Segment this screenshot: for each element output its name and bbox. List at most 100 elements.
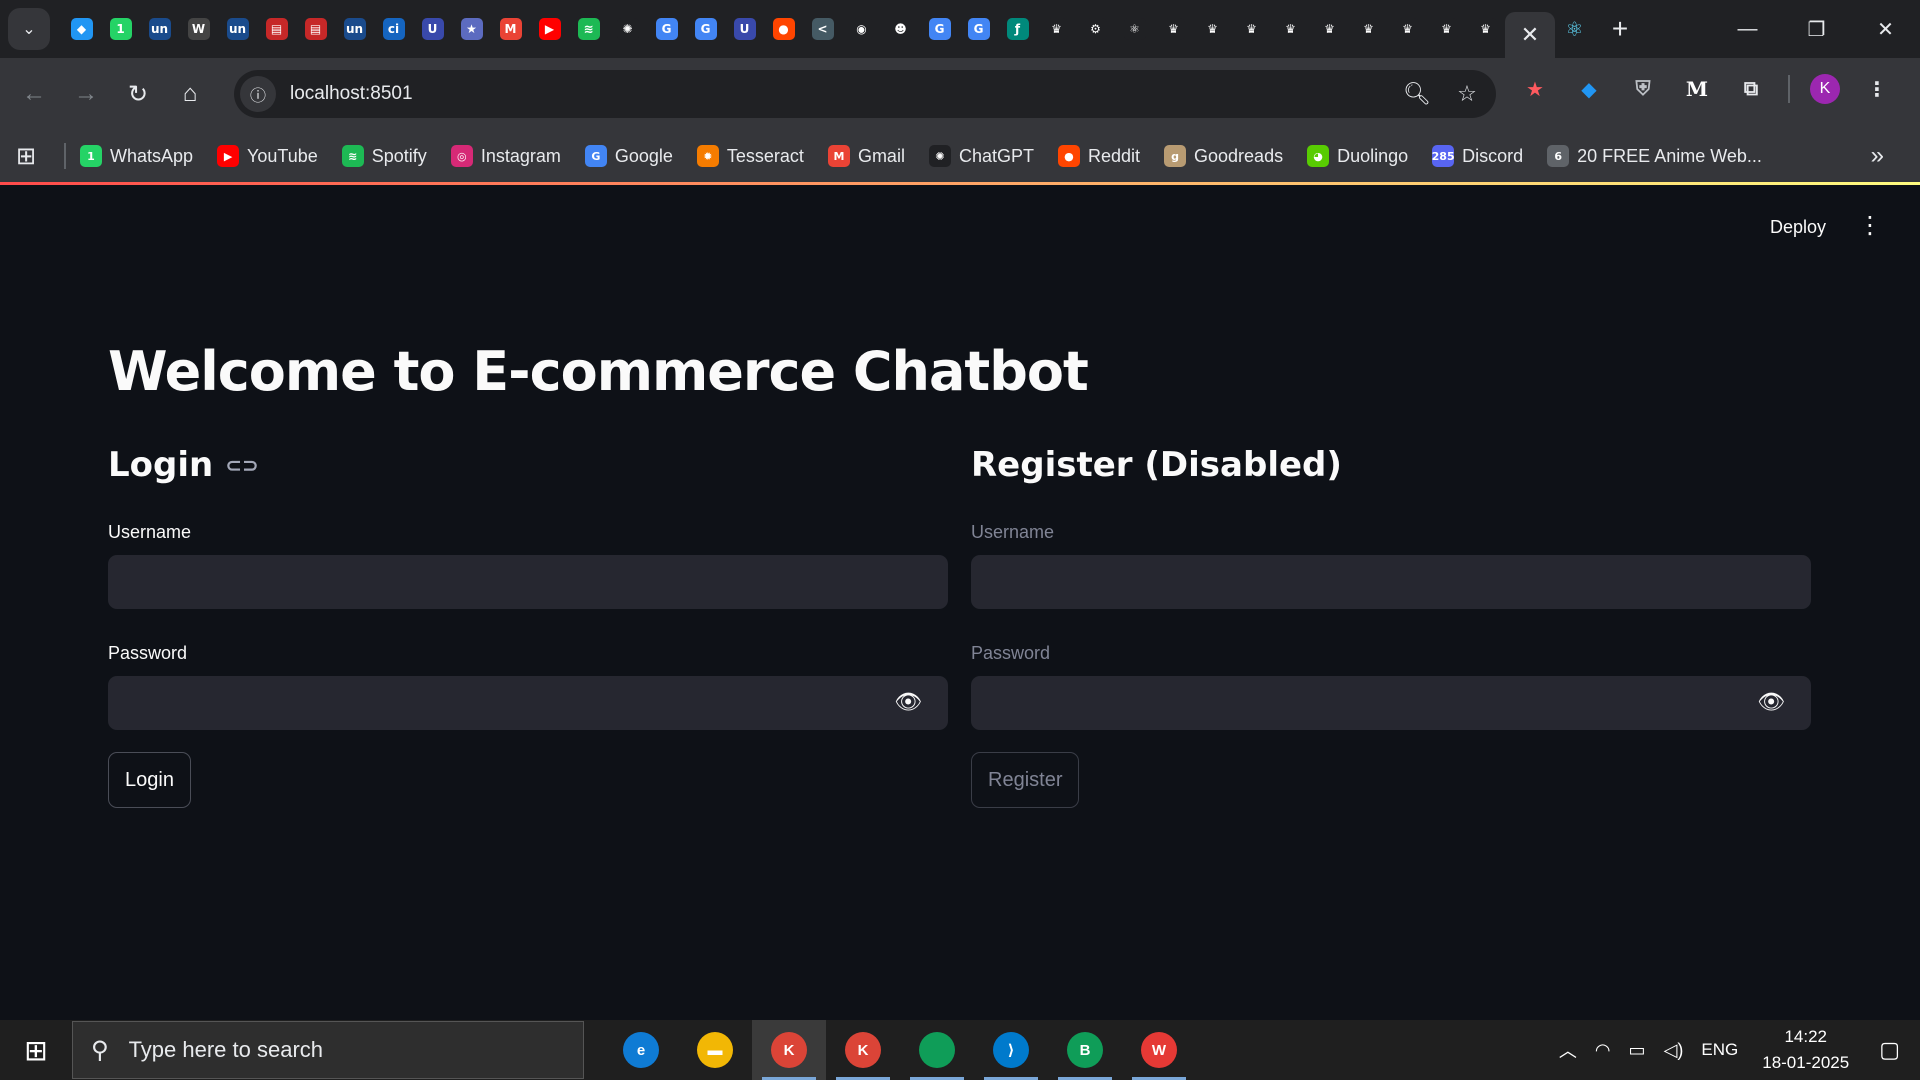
register-password-input[interactable]: 👁︎ [971, 676, 1811, 730]
bookmark-gmail[interactable]: M Gmail [827, 145, 905, 167]
pinned-tab[interactable]: ☻ [881, 9, 920, 49]
taskbar-app-vscode[interactable]: ⟩ [974, 1020, 1048, 1080]
pinned-tab[interactable]: ✺ [608, 9, 647, 49]
eye-icon[interactable]: 👁︎ [1757, 689, 1785, 715]
eye-icon[interactable]: 👁︎ [894, 689, 922, 715]
apps-grid-icon[interactable]: ⊞ [16, 142, 64, 171]
pinned-tab[interactable]: ♛ [1037, 9, 1076, 49]
pinned-tab[interactable]: ◉ [842, 9, 881, 49]
pinned-tab[interactable]: ♛ [1193, 9, 1232, 49]
pinned-tab[interactable]: ƒ [998, 9, 1037, 49]
bookmark-goodreads[interactable]: g Goodreads [1164, 145, 1283, 167]
url-text[interactable]: localhost:8501 [290, 83, 413, 105]
notification-icon[interactable]: ▢ [1879, 1037, 1900, 1063]
taskbar-search-placeholder[interactable]: Type here to search [129, 1037, 323, 1063]
register-username-input[interactable] [971, 555, 1811, 609]
pinned-tab[interactable]: U [725, 9, 764, 49]
kebab-menu-icon[interactable]: ⋮ [1860, 72, 1894, 106]
login-button[interactable]: Login [108, 752, 191, 808]
pinned-tab[interactable]: < [803, 9, 842, 49]
battery-icon[interactable]: ▭ [1629, 1040, 1646, 1061]
pinned-tab[interactable]: ◆ [62, 9, 101, 49]
pinned-tab[interactable]: ● [764, 9, 803, 49]
active-tab[interactable]: ✕ [1505, 12, 1555, 58]
tab-streamlit[interactable]: ⚛ [1555, 9, 1594, 49]
pinned-tab[interactable]: ♛ [1349, 9, 1388, 49]
extension-icon[interactable]: ⛨ [1626, 72, 1660, 106]
tab-search-button[interactable]: ⌄ [8, 8, 50, 50]
bookmark-tesseract[interactable]: ✹ Tesseract [696, 145, 804, 167]
pinned-tab[interactable]: ♛ [1466, 9, 1505, 49]
zoom-icon[interactable]: 🔍︎ [1400, 77, 1434, 111]
bookmark-duolingo[interactable]: ◕ Duolingo [1307, 145, 1408, 167]
minimize-button[interactable]: — [1713, 0, 1782, 58]
taskbar-app-chrome[interactable] [900, 1020, 974, 1080]
windows-start-icon[interactable]: ⊞ [0, 1020, 72, 1080]
avatar[interactable]: K [1810, 74, 1840, 104]
bookmark-star-icon[interactable]: ☆ [1450, 77, 1484, 111]
taskbar-app-chrome[interactable]: B [1048, 1020, 1122, 1080]
clock[interactable]: 14:22 18-01-2025 [1762, 1024, 1849, 1076]
extensions-puzzle-icon[interactable]: ⧉ [1734, 72, 1768, 106]
pinned-tab[interactable]: ♛ [1154, 9, 1193, 49]
taskbar-app-chrome[interactable]: K [826, 1020, 900, 1080]
pinned-tab[interactable]: U [413, 9, 452, 49]
pinned-tab[interactable]: G [959, 9, 998, 49]
bookmark-google[interactable]: G Google [584, 145, 673, 167]
taskbar-app-wps-office[interactable]: W [1122, 1020, 1196, 1080]
pinned-tab[interactable]: G [647, 9, 686, 49]
username-input[interactable] [108, 555, 948, 609]
pinned-tab[interactable]: ▶ [530, 9, 569, 49]
pinned-tab[interactable]: G [920, 9, 959, 49]
pinned-tab[interactable]: ♛ [1232, 9, 1271, 49]
close-icon[interactable]: ✕ [1521, 22, 1539, 48]
pinned-tab[interactable]: ♛ [1310, 9, 1349, 49]
bookmark-spotify[interactable]: ≋ Spotify [341, 145, 427, 167]
pinned-tab[interactable]: ▤ [296, 9, 335, 49]
chevron-up-icon[interactable]: ︿ [1559, 1037, 1577, 1063]
bookmark-whatsapp[interactable]: 1 WhatsApp [80, 145, 193, 167]
pinned-tab[interactable]: ci [374, 9, 413, 49]
pinned-tab[interactable]: ★ [452, 9, 491, 49]
pinned-tab[interactable]: ♛ [1427, 9, 1466, 49]
pinned-tab[interactable]: un [335, 9, 374, 49]
site-info-icon[interactable]: ⓘ [240, 76, 276, 112]
taskbar-app-chrome[interactable]: K [752, 1020, 826, 1080]
pinned-tab[interactable]: ≋ [569, 9, 608, 49]
new-tab-button[interactable]: + [1600, 9, 1640, 49]
bookmark-20-free-anime-web[interactable]: 6 20 FREE Anime Web... [1547, 145, 1762, 167]
pinned-tab[interactable]: 1 [101, 9, 140, 49]
chevron-double-right-icon[interactable]: » [1871, 142, 1884, 170]
main-menu-icon[interactable]: ⋮ [1858, 211, 1882, 240]
home-button[interactable]: ⌂ [164, 68, 216, 120]
extension-icon[interactable]: ◆ [1572, 72, 1606, 106]
taskbar-app-edge[interactable]: e [604, 1020, 678, 1080]
reload-button[interactable]: ↻ [112, 68, 164, 120]
pinned-tab[interactable]: M [491, 9, 530, 49]
bookmark-chatgpt[interactable]: ✺ ChatGPT [928, 145, 1034, 167]
back-button[interactable]: ← [8, 68, 60, 120]
deploy-button[interactable]: Deploy [1760, 211, 1836, 244]
restore-button[interactable]: ❐ [1782, 0, 1851, 58]
bookmark-discord[interactable]: 285 Discord [1432, 145, 1523, 167]
address-bar[interactable]: ⓘ localhost:8501 🔍︎ ☆ [234, 70, 1496, 118]
pinned-tab[interactable]: ♛ [1271, 9, 1310, 49]
pinned-tab[interactable]: ♛ [1388, 9, 1427, 49]
forward-button[interactable]: → [60, 68, 112, 120]
medium-extension-icon[interactable]: M [1680, 72, 1714, 106]
taskbar-search[interactable]: ⚲ Type here to search [72, 1021, 584, 1079]
pinned-tab[interactable]: ⚛ [1115, 9, 1154, 49]
close-window-button[interactable]: ✕ [1851, 0, 1920, 58]
pinned-tab[interactable]: W [179, 9, 218, 49]
pinned-tab[interactable]: un [140, 9, 179, 49]
extension-icon[interactable]: ★ [1518, 72, 1552, 106]
pinned-tab[interactable]: ▤ [257, 9, 296, 49]
bookmark-reddit[interactable]: ● Reddit [1057, 145, 1140, 167]
taskbar-app-file-explorer[interactable]: ▬ [678, 1020, 752, 1080]
pinned-tab[interactable]: un [218, 9, 257, 49]
link-icon[interactable]: ⊂⊃ [225, 453, 259, 477]
password-input[interactable]: 👁︎ [108, 676, 948, 730]
language-indicator[interactable]: ENG [1701, 1040, 1738, 1060]
wifi-icon[interactable]: ◠ [1595, 1040, 1611, 1061]
pinned-tab[interactable]: ⚙ [1076, 9, 1115, 49]
